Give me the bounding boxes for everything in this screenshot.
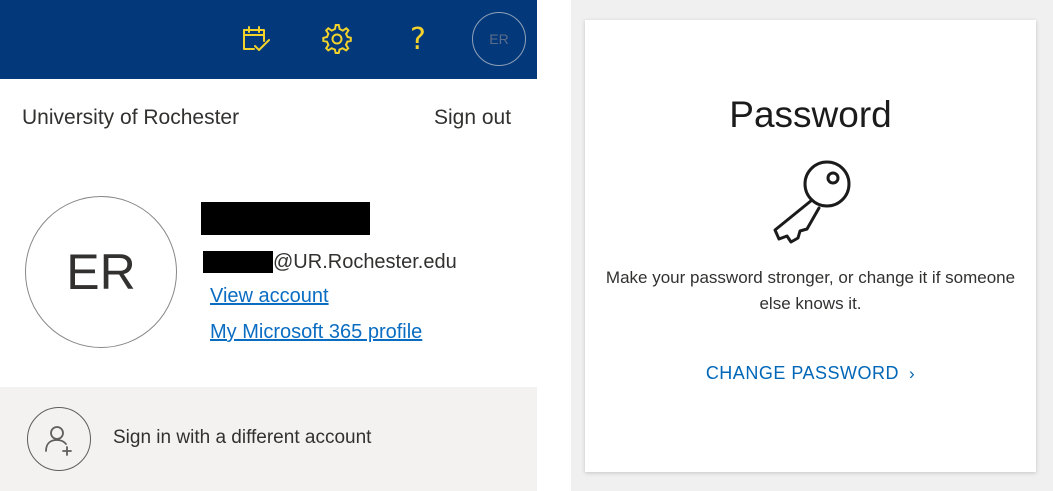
header-avatar-button[interactable]: ER [472, 12, 526, 66]
organization-name: University of Rochester [22, 106, 240, 129]
account-panel: ? ER University of Rochester Sign out ER… [0, 0, 537, 491]
help-glyph: ? [410, 21, 426, 57]
header-bar: ? ER [0, 0, 537, 79]
card-description: Make your password stronger, or change i… [605, 268, 1016, 313]
sign-in-different-account-button[interactable]: Sign in with a different account [0, 387, 537, 491]
calendar-check-icon[interactable] [236, 20, 274, 58]
help-icon[interactable]: ? [399, 20, 437, 58]
redacted-name [201, 202, 370, 235]
microsoft-365-profile-link[interactable]: My Microsoft 365 profile [210, 321, 422, 344]
avatar-initials: ER [66, 244, 136, 300]
sign-out-link[interactable]: Sign out [434, 106, 511, 130]
key-icon [767, 156, 857, 246]
avatar: ER [25, 196, 177, 348]
chevron-right-icon: › [909, 364, 916, 383]
email-domain: @UR.Rochester.edu [273, 250, 457, 273]
switch-account-label: Sign in with a different account [113, 427, 372, 448]
change-password-button[interactable]: CHANGE PASSWORD › [585, 363, 1036, 384]
password-card: Password Make your password stronger, or… [585, 20, 1036, 472]
redacted-email-user [203, 251, 273, 273]
view-account-link[interactable]: View account [210, 285, 329, 308]
email-row: @UR.Rochester.edu [203, 248, 457, 276]
gear-icon[interactable] [318, 20, 356, 58]
header-avatar-initials: ER [489, 31, 509, 47]
change-password-label: CHANGE PASSWORD [705, 363, 899, 383]
add-user-icon [27, 407, 91, 471]
card-title: Password [729, 94, 892, 135]
